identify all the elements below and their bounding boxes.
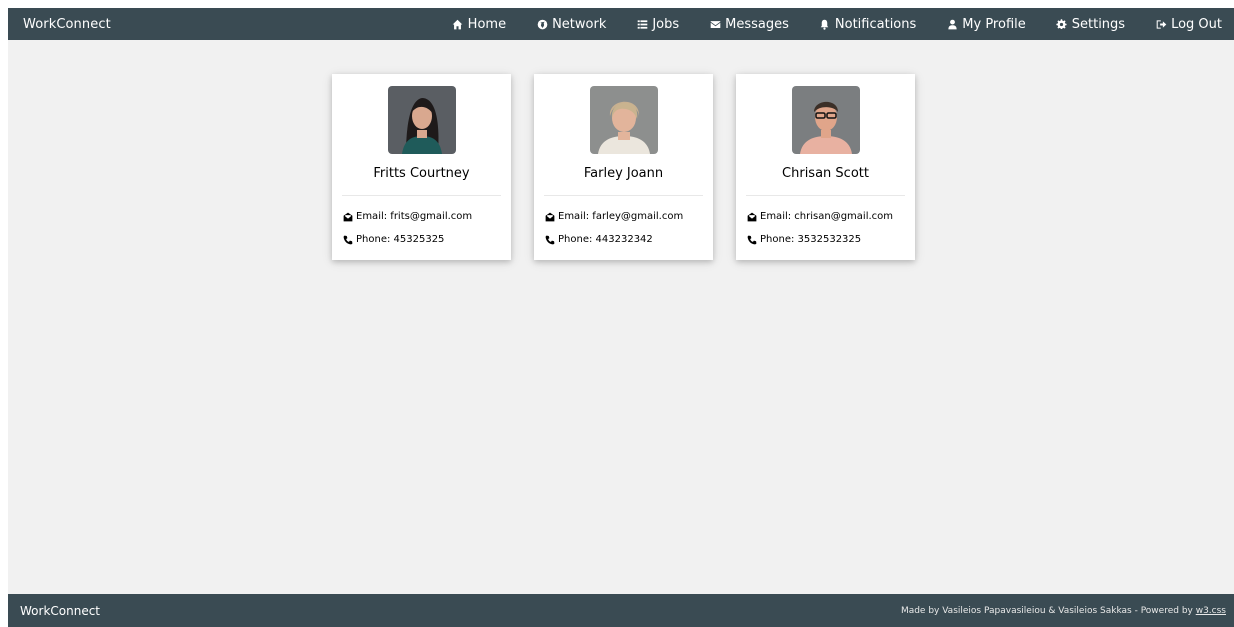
contact-email: Email: farley@gmail.com [544,211,703,222]
envelope-open-icon [544,212,555,222]
sign-out-icon [1155,18,1167,30]
contact-cards: Fritts Courtney Email: frits@gmail.com P… [332,74,915,260]
nav-item-label: Network [552,16,607,32]
nav-item-settings[interactable]: Settings [1041,8,1140,40]
bell-icon [819,18,831,30]
card-divider [342,195,501,196]
nav-item-notifications[interactable]: Notifications [804,8,931,40]
contact-name: Fritts Courtney [373,166,470,181]
phone-icon [342,235,353,245]
envelope-open-icon [342,212,353,222]
contact-card: Farley Joann Email: farley@gmail.com Pho… [534,74,713,260]
nav-item-label: My Profile [962,16,1026,32]
card-divider [544,195,703,196]
avatar [791,86,860,154]
brand-logo[interactable]: WorkConnect [8,17,111,32]
contact-email-text: Email: frits@gmail.com [356,211,473,222]
footer-credit: Made by Vasileios Papavasileiou & Vasile… [901,606,1234,616]
top-navbar: WorkConnect Home Network Jobs Messages N… [8,8,1234,40]
contact-phone: Phone: 45325325 [342,234,501,245]
contact-card: Fritts Courtney Email: frits@gmail.com P… [332,74,511,260]
globe-icon [536,18,548,30]
contact-email: Email: frits@gmail.com [342,211,501,222]
contact-phone-text: Phone: 443232342 [558,234,653,245]
avatar [387,86,456,154]
contact-email-text: Email: chrisan@gmail.com [760,211,894,222]
nav-item-label: Home [467,16,507,32]
footer-credit-text: Made by Vasileios Papavasileiou & Vasile… [900,605,1196,616]
user-icon [946,18,958,30]
phone-icon [544,235,555,245]
w3css-link[interactable]: w3.css [1196,606,1226,616]
nav-item-messages[interactable]: Messages [694,8,804,40]
contact-card: Chrisan Scott Email: chrisan@gmail.com P… [736,74,915,260]
footer-brand: WorkConnect [20,603,101,618]
envelope-open-icon [746,212,757,222]
nav-item-label: Log Out [1171,16,1222,32]
contact-phone: Phone: 3532532325 [746,234,905,245]
nav-menu: Home Network Jobs Messages Notifications… [437,8,1234,40]
nav-item-network[interactable]: Network [521,8,621,40]
nav-item-home[interactable]: Home [437,8,521,40]
page-footer: WorkConnect Made by Vasileios Papavasile… [8,594,1234,627]
nav-item-log-out[interactable]: Log Out [1140,8,1234,40]
contact-phone-text: Phone: 3532532325 [760,234,862,245]
contact-email: Email: chrisan@gmail.com [746,211,905,222]
contact-name: Farley Joann [583,166,664,181]
home-icon [452,18,464,30]
contact-phone: Phone: 443232342 [544,234,703,245]
nav-item-label: Settings [1071,16,1126,32]
nav-item-jobs[interactable]: Jobs [621,8,694,40]
contact-email-text: Email: farley@gmail.com [558,211,684,222]
phone-icon [746,235,757,245]
nav-item-label: Notifications [834,16,917,32]
gear-icon [1056,18,1068,30]
envelope-icon [709,18,721,30]
contact-name: Chrisan Scott [782,166,869,181]
contact-phone-text: Phone: 45325325 [356,234,445,245]
nav-item-label: Messages [725,16,789,32]
avatar [589,86,658,154]
card-divider [746,195,905,196]
list-icon [636,18,648,30]
nav-item-my-profile[interactable]: My Profile [931,8,1040,40]
nav-item-label: Jobs [652,16,680,32]
page-frame: WorkConnect Home Network Jobs Messages N… [8,8,1234,627]
